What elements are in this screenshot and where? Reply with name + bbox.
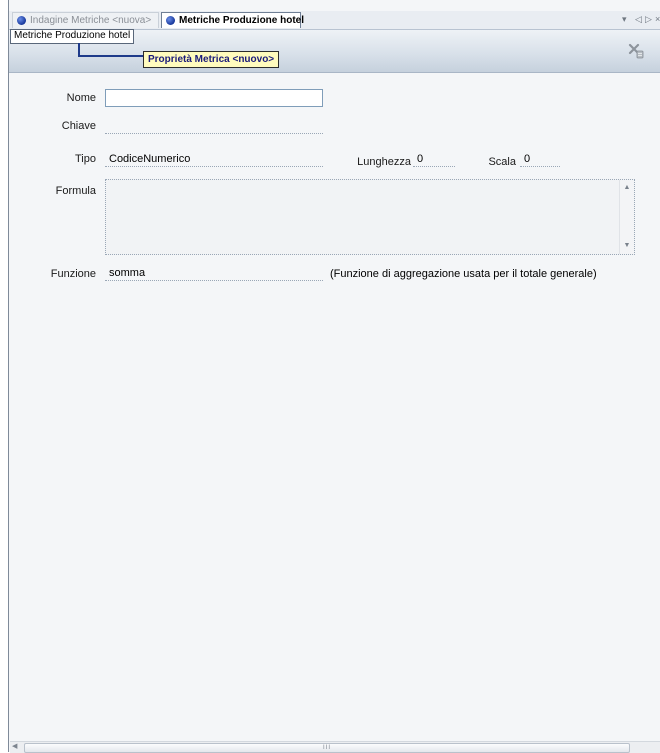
funzione-label: Funzione [50, 268, 96, 280]
formula-textarea[interactable]: ▲ ▼ [105, 179, 635, 255]
horizontal-scrollbar[interactable]: ◀ III [10, 741, 660, 753]
funzione-note: (Funzione di aggregazione usata per il t… [330, 268, 597, 280]
formula-scrollbar[interactable]: ▲ ▼ [619, 180, 634, 254]
header-band: Metriche Produzione hotel Proprietà Metr… [9, 29, 660, 73]
scroll-down-icon[interactable]: ▼ [620, 239, 634, 253]
chiave-field[interactable] [105, 119, 323, 134]
breadcrumb[interactable]: Metriche Produzione hotel [10, 29, 135, 44]
lunghezza-label: Lunghezza [357, 156, 411, 168]
funzione-field[interactable]: somma [105, 266, 323, 281]
tab-list-dropdown-icon[interactable]: ▾ [622, 14, 627, 25]
close-tab-icon[interactable]: × [655, 14, 660, 24]
chiave-label: Chiave [61, 120, 96, 132]
lunghezza-field[interactable]: 0 [413, 152, 455, 167]
tab-label: Indagine Metriche <nuova> [30, 15, 152, 26]
tipo-field[interactable]: CodiceNumerico [105, 152, 323, 167]
delete-metric-icon[interactable] [627, 42, 645, 60]
document-icon [17, 16, 26, 25]
formula-label: Formula [55, 185, 96, 197]
panel-title: Proprietà Metrica <nuovo> [143, 51, 280, 68]
nome-input[interactable] [105, 89, 323, 107]
scala-label: Scala [488, 156, 516, 168]
tipo-label: Tipo [75, 153, 96, 165]
scrollbar-grip: III [323, 745, 332, 751]
nome-label: Nome [66, 92, 96, 104]
scroll-up-icon[interactable]: ▲ [620, 181, 634, 195]
tab-indagine-metriche[interactable]: Indagine Metriche <nuova> [12, 12, 159, 28]
scroll-left-icon[interactable]: ◀ [12, 742, 17, 750]
tab-scroll-left-icon[interactable]: ◁ [635, 14, 642, 25]
tab-metriche-produzione-hotel[interactable]: Metriche Produzione hotel [161, 12, 305, 28]
scala-field[interactable]: 0 [520, 152, 560, 167]
document-icon [166, 16, 175, 25]
tab-strip: Indagine Metriche <nuova> Metriche Produ… [9, 11, 660, 30]
document-window: Indagine Metriche <nuova> Metriche Produ… [8, 0, 660, 753]
breadcrumb-connector [78, 43, 144, 57]
tab-label: Metriche Produzione hotel [179, 15, 305, 26]
tab-scroll-right-icon[interactable]: ▷ [645, 14, 652, 25]
